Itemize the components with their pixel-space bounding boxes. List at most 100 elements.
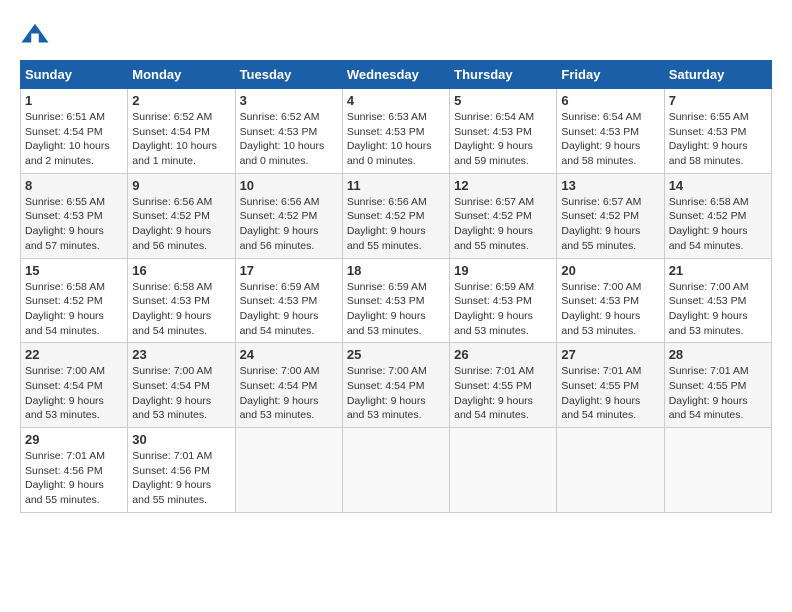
day-info: Sunrise: 6:52 AM Sunset: 4:54 PM Dayligh… (132, 110, 230, 169)
calendar-table: Sunday Monday Tuesday Wednesday Thursday… (20, 60, 772, 513)
calendar-cell: 1 Sunrise: 6:51 AM Sunset: 4:54 PM Dayli… (21, 89, 128, 174)
day-info: Sunrise: 7:01 AM Sunset: 4:56 PM Dayligh… (132, 449, 230, 508)
day-number: 3 (240, 93, 338, 108)
day-info: Sunrise: 6:58 AM Sunset: 4:53 PM Dayligh… (132, 280, 230, 339)
day-number: 19 (454, 263, 552, 278)
day-info: Sunrise: 6:54 AM Sunset: 4:53 PM Dayligh… (561, 110, 659, 169)
calendar-cell: 26 Sunrise: 7:01 AM Sunset: 4:55 PM Dayl… (450, 343, 557, 428)
calendar-cell: 28 Sunrise: 7:01 AM Sunset: 4:55 PM Dayl… (664, 343, 771, 428)
day-number: 28 (669, 347, 767, 362)
day-info: Sunrise: 6:58 AM Sunset: 4:52 PM Dayligh… (669, 195, 767, 254)
day-info: Sunrise: 6:57 AM Sunset: 4:52 PM Dayligh… (561, 195, 659, 254)
day-info: Sunrise: 6:55 AM Sunset: 4:53 PM Dayligh… (669, 110, 767, 169)
day-number: 27 (561, 347, 659, 362)
calendar-cell: 13 Sunrise: 6:57 AM Sunset: 4:52 PM Dayl… (557, 173, 664, 258)
day-info: Sunrise: 6:52 AM Sunset: 4:53 PM Dayligh… (240, 110, 338, 169)
day-number: 6 (561, 93, 659, 108)
day-number: 29 (25, 432, 123, 447)
calendar-cell: 29 Sunrise: 7:01 AM Sunset: 4:56 PM Dayl… (21, 428, 128, 513)
calendar-cell: 16 Sunrise: 6:58 AM Sunset: 4:53 PM Dayl… (128, 258, 235, 343)
day-number: 2 (132, 93, 230, 108)
header-friday: Friday (557, 61, 664, 89)
day-number: 30 (132, 432, 230, 447)
calendar-cell: 3 Sunrise: 6:52 AM Sunset: 4:53 PM Dayli… (235, 89, 342, 174)
day-number: 13 (561, 178, 659, 193)
day-number: 18 (347, 263, 445, 278)
day-info: Sunrise: 7:00 AM Sunset: 4:53 PM Dayligh… (669, 280, 767, 339)
calendar-week-row: 29 Sunrise: 7:01 AM Sunset: 4:56 PM Dayl… (21, 428, 772, 513)
logo (20, 20, 52, 50)
calendar-cell: 23 Sunrise: 7:00 AM Sunset: 4:54 PM Dayl… (128, 343, 235, 428)
day-number: 10 (240, 178, 338, 193)
weekday-header-row: Sunday Monday Tuesday Wednesday Thursday… (21, 61, 772, 89)
calendar-cell (450, 428, 557, 513)
calendar-cell: 9 Sunrise: 6:56 AM Sunset: 4:52 PM Dayli… (128, 173, 235, 258)
day-number: 23 (132, 347, 230, 362)
calendar-cell: 17 Sunrise: 6:59 AM Sunset: 4:53 PM Dayl… (235, 258, 342, 343)
header-wednesday: Wednesday (342, 61, 449, 89)
day-number: 26 (454, 347, 552, 362)
day-number: 22 (25, 347, 123, 362)
header-thursday: Thursday (450, 61, 557, 89)
day-info: Sunrise: 7:01 AM Sunset: 4:55 PM Dayligh… (669, 364, 767, 423)
logo-icon (20, 20, 50, 50)
calendar-week-row: 1 Sunrise: 6:51 AM Sunset: 4:54 PM Dayli… (21, 89, 772, 174)
day-number: 8 (25, 178, 123, 193)
day-number: 12 (454, 178, 552, 193)
calendar-cell: 5 Sunrise: 6:54 AM Sunset: 4:53 PM Dayli… (450, 89, 557, 174)
calendar-cell: 11 Sunrise: 6:56 AM Sunset: 4:52 PM Dayl… (342, 173, 449, 258)
day-number: 25 (347, 347, 445, 362)
day-number: 15 (25, 263, 123, 278)
calendar-cell: 4 Sunrise: 6:53 AM Sunset: 4:53 PM Dayli… (342, 89, 449, 174)
calendar-cell: 21 Sunrise: 7:00 AM Sunset: 4:53 PM Dayl… (664, 258, 771, 343)
day-info: Sunrise: 6:54 AM Sunset: 4:53 PM Dayligh… (454, 110, 552, 169)
calendar-cell (342, 428, 449, 513)
calendar-cell: 25 Sunrise: 7:00 AM Sunset: 4:54 PM Dayl… (342, 343, 449, 428)
day-info: Sunrise: 7:01 AM Sunset: 4:55 PM Dayligh… (561, 364, 659, 423)
calendar-cell (557, 428, 664, 513)
day-info: Sunrise: 6:58 AM Sunset: 4:52 PM Dayligh… (25, 280, 123, 339)
day-info: Sunrise: 6:59 AM Sunset: 4:53 PM Dayligh… (347, 280, 445, 339)
day-info: Sunrise: 7:00 AM Sunset: 4:54 PM Dayligh… (132, 364, 230, 423)
day-number: 1 (25, 93, 123, 108)
day-number: 9 (132, 178, 230, 193)
header-sunday: Sunday (21, 61, 128, 89)
calendar-cell: 30 Sunrise: 7:01 AM Sunset: 4:56 PM Dayl… (128, 428, 235, 513)
calendar-cell: 24 Sunrise: 7:00 AM Sunset: 4:54 PM Dayl… (235, 343, 342, 428)
day-info: Sunrise: 7:01 AM Sunset: 4:55 PM Dayligh… (454, 364, 552, 423)
day-number: 4 (347, 93, 445, 108)
day-number: 7 (669, 93, 767, 108)
calendar-cell: 2 Sunrise: 6:52 AM Sunset: 4:54 PM Dayli… (128, 89, 235, 174)
day-number: 20 (561, 263, 659, 278)
day-info: Sunrise: 6:56 AM Sunset: 4:52 PM Dayligh… (347, 195, 445, 254)
calendar-cell: 19 Sunrise: 6:59 AM Sunset: 4:53 PM Dayl… (450, 258, 557, 343)
day-number: 21 (669, 263, 767, 278)
calendar-week-row: 15 Sunrise: 6:58 AM Sunset: 4:52 PM Dayl… (21, 258, 772, 343)
day-number: 16 (132, 263, 230, 278)
calendar-cell: 12 Sunrise: 6:57 AM Sunset: 4:52 PM Dayl… (450, 173, 557, 258)
day-info: Sunrise: 6:57 AM Sunset: 4:52 PM Dayligh… (454, 195, 552, 254)
day-info: Sunrise: 7:00 AM Sunset: 4:53 PM Dayligh… (561, 280, 659, 339)
day-info: Sunrise: 6:55 AM Sunset: 4:53 PM Dayligh… (25, 195, 123, 254)
header-saturday: Saturday (664, 61, 771, 89)
day-number: 24 (240, 347, 338, 362)
calendar-cell: 6 Sunrise: 6:54 AM Sunset: 4:53 PM Dayli… (557, 89, 664, 174)
day-number: 14 (669, 178, 767, 193)
calendar-week-row: 8 Sunrise: 6:55 AM Sunset: 4:53 PM Dayli… (21, 173, 772, 258)
calendar-cell: 7 Sunrise: 6:55 AM Sunset: 4:53 PM Dayli… (664, 89, 771, 174)
calendar-cell: 18 Sunrise: 6:59 AM Sunset: 4:53 PM Dayl… (342, 258, 449, 343)
day-info: Sunrise: 6:59 AM Sunset: 4:53 PM Dayligh… (240, 280, 338, 339)
day-number: 5 (454, 93, 552, 108)
calendar-cell (235, 428, 342, 513)
calendar-cell: 27 Sunrise: 7:01 AM Sunset: 4:55 PM Dayl… (557, 343, 664, 428)
day-info: Sunrise: 6:53 AM Sunset: 4:53 PM Dayligh… (347, 110, 445, 169)
day-number: 11 (347, 178, 445, 193)
day-info: Sunrise: 6:59 AM Sunset: 4:53 PM Dayligh… (454, 280, 552, 339)
day-number: 17 (240, 263, 338, 278)
day-info: Sunrise: 6:51 AM Sunset: 4:54 PM Dayligh… (25, 110, 123, 169)
day-info: Sunrise: 6:56 AM Sunset: 4:52 PM Dayligh… (240, 195, 338, 254)
calendar-cell: 8 Sunrise: 6:55 AM Sunset: 4:53 PM Dayli… (21, 173, 128, 258)
calendar-cell (664, 428, 771, 513)
calendar-cell: 20 Sunrise: 7:00 AM Sunset: 4:53 PM Dayl… (557, 258, 664, 343)
calendar-cell: 15 Sunrise: 6:58 AM Sunset: 4:52 PM Dayl… (21, 258, 128, 343)
